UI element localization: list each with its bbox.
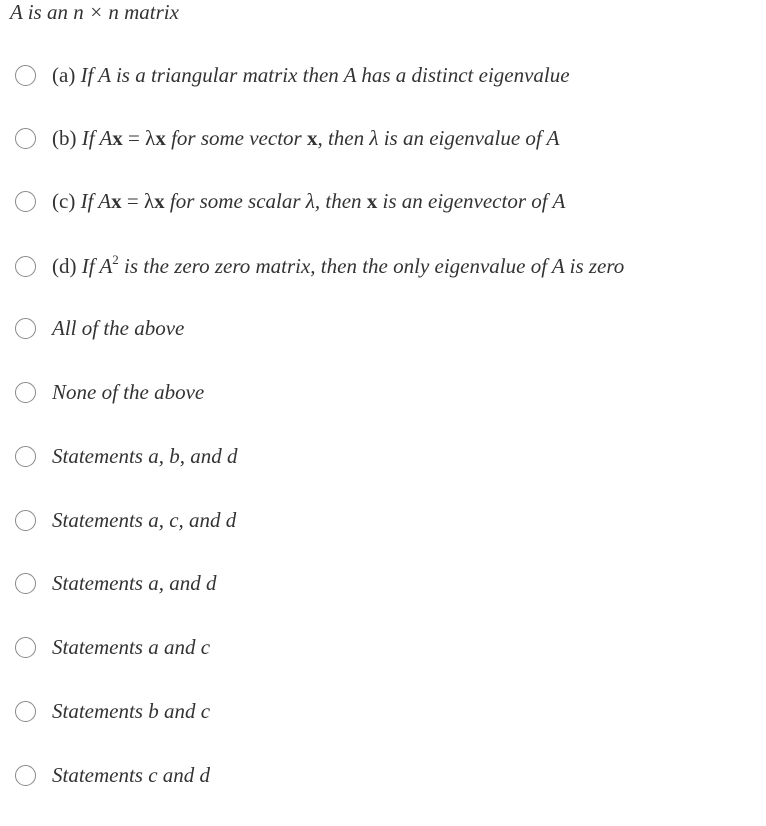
radio-button[interactable]	[15, 381, 36, 403]
radio-button[interactable]	[15, 64, 36, 86]
vector-x: x	[112, 126, 123, 150]
option-statements-bc[interactable]: Statements b and c	[15, 696, 210, 726]
option-label: Statements a, b, and d	[52, 444, 238, 468]
option-none-of-the-above[interactable]: None of the above	[15, 377, 204, 407]
option-label: None of the above	[52, 380, 205, 404]
option-all-of-the-above[interactable]: All of the above	[15, 313, 184, 343]
vector-x: x	[154, 189, 165, 213]
option-label: Statements a, c, and d	[52, 508, 237, 532]
option-label: (c) If Ax = λx for some scalar λ, then x…	[52, 188, 565, 214]
option-label: Statements b and c	[52, 699, 211, 723]
equals-sign: =	[122, 126, 146, 150]
lambda-symbol: λ	[143, 189, 155, 213]
radio-button[interactable]	[15, 317, 36, 339]
vector-x: x	[155, 126, 166, 150]
option-label: Statements a and c	[52, 635, 211, 659]
radio-button[interactable]	[15, 764, 36, 786]
option-text: If A	[81, 126, 113, 150]
option-text: for some scalar λ, then	[164, 189, 367, 213]
radio-button[interactable]	[15, 700, 36, 722]
option-statements-acd[interactable]: Statements a, c, and d	[15, 505, 236, 535]
radio-button[interactable]	[15, 636, 36, 658]
option-statements-ac[interactable]: Statements a and c	[15, 632, 210, 662]
option-text: , then λ is an eigenvalue of A	[317, 126, 560, 150]
equals-sign: =	[121, 189, 144, 213]
option-prefix: (d)	[52, 254, 77, 278]
radio-button[interactable]	[15, 255, 36, 277]
option-statements-cd[interactable]: Statements c and d	[15, 760, 210, 790]
option-label: (d) If A2 is the zero zero matrix, then …	[52, 253, 624, 279]
vector-x: x	[366, 189, 378, 213]
option-label: All of the above	[52, 316, 185, 340]
question-stem: A is an n × n matrix	[10, 0, 179, 24]
option-c[interactable]: (c) If Ax = λx for some scalar λ, then x…	[15, 186, 565, 216]
option-text: for some vector	[165, 126, 307, 150]
radio-button[interactable]	[15, 572, 36, 594]
option-label: Statements c and d	[52, 763, 211, 787]
radio-button[interactable]	[15, 509, 36, 531]
option-d[interactable]: (d) If A2 is the zero zero matrix, then …	[15, 251, 624, 281]
option-text: is an eigenvector of A	[377, 189, 566, 213]
option-text: If A is a triangular matrix then A has a…	[80, 63, 570, 87]
option-b[interactable]: (b) If Ax = λx for some vector x, then λ…	[15, 123, 559, 153]
option-text: If A	[80, 189, 112, 213]
option-statements-ad[interactable]: Statements a, and d	[15, 568, 216, 598]
radio-button[interactable]	[15, 445, 36, 467]
option-text: If A	[81, 254, 113, 278]
option-label: (a) If A is a triangular matrix then A h…	[52, 62, 570, 88]
radio-button[interactable]	[15, 127, 36, 149]
option-statements-abd[interactable]: Statements a, b, and d	[15, 441, 237, 471]
option-prefix: (a)	[52, 63, 76, 87]
option-text: is the zero zero matrix, then the only e…	[118, 254, 625, 278]
option-label: (b) If Ax = λx for some vector x, then λ…	[52, 125, 559, 151]
option-label: Statements a, and d	[52, 571, 217, 595]
lambda-symbol: λ	[145, 126, 156, 150]
option-prefix: (c)	[52, 189, 76, 213]
option-a[interactable]: (a) If A is a triangular matrix then A h…	[15, 60, 570, 90]
option-prefix: (b)	[52, 126, 77, 150]
vector-x: x	[306, 126, 318, 150]
radio-button[interactable]	[15, 190, 36, 212]
vector-x: x	[111, 189, 122, 213]
